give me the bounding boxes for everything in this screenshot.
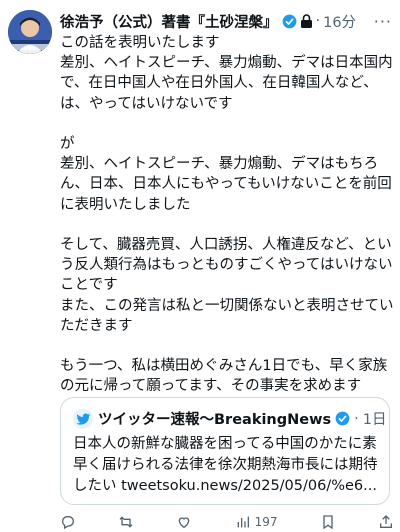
verified-badge-icon — [335, 411, 350, 426]
lock-icon — [300, 14, 313, 28]
action-bar: 197 — [60, 512, 394, 532]
avatar-image — [8, 10, 52, 54]
reply-icon[interactable] — [60, 514, 76, 530]
bird-icon — [76, 412, 91, 425]
bookmark-icon[interactable] — [320, 514, 336, 530]
views-button[interactable]: 197 — [235, 514, 278, 530]
views-count: 197 — [254, 515, 278, 529]
author-name[interactable]: 徐浩予（公式）著書『土砂涅槃』 — [60, 11, 278, 32]
quoted-post[interactable]: ツイッター速報〜BreakingNews · 1日 日本人の新鮮な臓器を困ってる… — [60, 397, 390, 505]
post-body: この話を表明いたします 差別、ヘイトスピーチ、暴力煽動、デマは日本国内で、在日中… — [60, 35, 394, 395]
quote-author-name[interactable]: ツイッター速報〜BreakingNews — [98, 408, 331, 429]
views-icon — [237, 516, 249, 528]
like-icon[interactable] — [176, 514, 192, 530]
quote-separator: · — [354, 410, 359, 427]
share-icon[interactable] — [378, 514, 394, 530]
author-avatar[interactable] — [8, 10, 52, 54]
verified-badge-icon — [282, 14, 297, 29]
quote-text: 日本人の新鮮な臓器を困ってる中国のかたに素早く届けられる法律を徐次期熱海市長には… — [73, 436, 378, 494]
quote-time[interactable]: 1日 — [363, 408, 387, 429]
post-time[interactable]: 16分 — [323, 11, 356, 32]
post-separator: · — [315, 13, 321, 29]
more-icon[interactable]: ··· — [374, 12, 392, 31]
quote-avatar — [73, 408, 93, 429]
retweet-icon[interactable] — [118, 514, 134, 530]
post-header: 徐浩予（公式）著書『土砂涅槃』 · 16分 ··· — [60, 10, 392, 32]
quote-header: ツイッター速報〜BreakingNews · 1日 — [73, 408, 386, 429]
